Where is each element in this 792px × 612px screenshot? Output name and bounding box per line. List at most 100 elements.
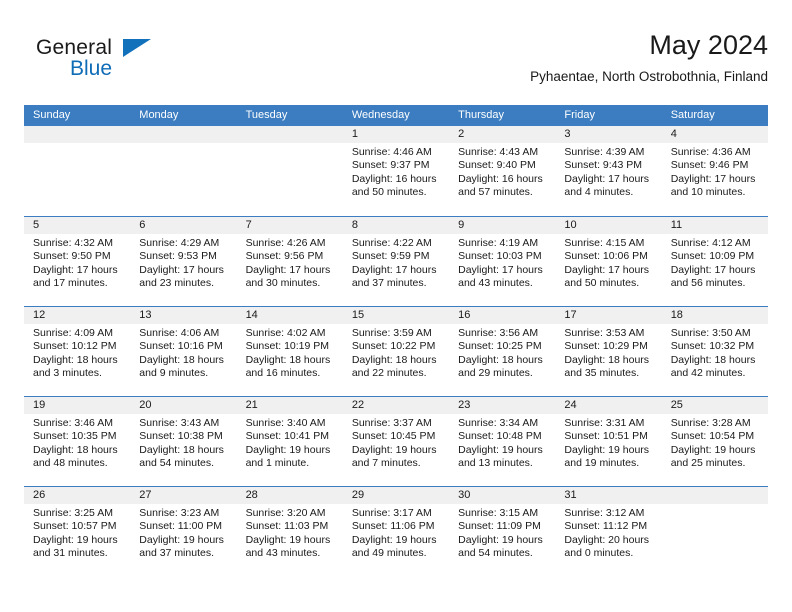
day-daylight-line: Daylight: 17 hours xyxy=(670,263,756,276)
day-number: 12 xyxy=(24,307,131,324)
day-number: 4 xyxy=(661,126,768,143)
day-daylight-line: and 19 minutes. xyxy=(564,457,640,470)
calendar-day-cell[interactable]: 25 Sunrise: 3:28 AM Sunset: 10:54 PM Daylig… xyxy=(661,397,768,486)
day-sunrise-line: Sunrise: 4:39 AM xyxy=(564,146,645,158)
day-details: Sunrise: 3:50 AM Sunset: 10:32 PM Daylight… xyxy=(662,324,768,381)
day-details: Sunrise: 4:06 AM Sunset: 10:16 PM Daylight… xyxy=(130,324,236,381)
day-details: Sunrise: 3:37 AM Sunset: 10:45 PM Daylight… xyxy=(343,414,449,471)
calendar-day-cell[interactable]: 14 Sunrise: 4:02 AM Sunset: 10:19 PM Daylig… xyxy=(236,307,343,396)
day-sunset-line: Sunset: 9:50 PM xyxy=(33,250,111,263)
day-daylight-line: and 54 minutes. xyxy=(139,457,214,470)
day-daylight-line: Daylight: 17 hours xyxy=(139,263,224,276)
day-sunset-line: Sunset: 10:57 PM xyxy=(33,520,117,533)
calendar-day-cell[interactable]: 24 Sunrise: 3:31 AM Sunset: 10:51 PM Daylig… xyxy=(555,397,662,486)
day-daylight-line: and 57 minutes. xyxy=(458,186,533,199)
day-number xyxy=(130,126,237,143)
day-sunrise-line: Sunrise: 4:36 AM xyxy=(670,146,751,158)
day-daylight-line: Daylight: 17 hours xyxy=(458,263,543,276)
calendar-day-cell[interactable]: 7 Sunrise: 4:26 AM Sunset: 9:56 PM Daylight… xyxy=(236,217,343,306)
calendar-day-cell[interactable]: 27 Sunrise: 3:23 AM Sunset: 11:00 PM Daylig… xyxy=(130,487,237,576)
calendar-day-cell[interactable]: 6 Sunrise: 4:29 AM Sunset: 9:53 PM Daylight… xyxy=(130,217,237,306)
day-sunset-line: Sunset: 9:40 PM xyxy=(458,159,536,172)
day-daylight-line: Daylight: 19 hours xyxy=(458,443,543,456)
calendar-day-cell[interactable]: 16 Sunrise: 3:56 AM Sunset: 10:25 PM Daylig… xyxy=(449,307,556,396)
calendar-week-row: 19 Sunrise: 3:46 AM Sunset: 10:35 PM Daylig… xyxy=(24,396,768,486)
day-details: Sunrise: 3:15 AM Sunset: 11:09 PM Daylight… xyxy=(449,504,555,561)
calendar-day-cell[interactable]: 5 Sunrise: 4:32 AM Sunset: 9:50 PM Daylight… xyxy=(24,217,131,306)
day-sunrise-line: Sunrise: 4:22 AM xyxy=(351,237,432,249)
day-daylight-line: Daylight: 18 hours xyxy=(139,353,224,366)
calendar-day-cell[interactable]: 11 Sunrise: 4:12 AM Sunset: 10:09 PM Daylig… xyxy=(661,217,768,306)
day-daylight-line: Daylight: 19 hours xyxy=(458,533,543,546)
calendar-day-cell[interactable]: 4 Sunrise: 4:36 AM Sunset: 9:46 PM Daylight… xyxy=(661,126,768,216)
day-sunset-line: Sunset: 10:03 PM xyxy=(458,250,542,263)
day-daylight-line: and 54 minutes. xyxy=(458,547,533,560)
day-sunrise-line: Sunrise: 3:50 AM xyxy=(670,327,751,339)
calendar-day-cell[interactable]: 12 Sunrise: 4:09 AM Sunset: 10:12 PM Daylig… xyxy=(24,307,131,396)
day-sunrise-line: Sunrise: 3:25 AM xyxy=(33,507,113,519)
day-details: Sunrise: 4:39 AM Sunset: 9:43 PM Daylight:… xyxy=(555,143,661,200)
day-sunrise-line: Sunrise: 4:15 AM xyxy=(564,237,645,249)
general-blue-logo[interactable]: General Blue xyxy=(36,36,186,86)
calendar-day-cell-empty xyxy=(24,126,131,216)
day-details: Sunrise: 4:32 AM Sunset: 9:50 PM Daylight:… xyxy=(24,234,130,291)
day-details: Sunrise: 3:43 AM Sunset: 10:38 PM Daylight… xyxy=(130,414,236,471)
calendar-day-cell[interactable]: 31 Sunrise: 3:12 AM Sunset: 11:12 PM Daylig… xyxy=(555,487,662,576)
day-daylight-line: and 37 minutes. xyxy=(351,277,427,290)
calendar-day-cell[interactable]: 23 Sunrise: 3:34 AM Sunset: 10:48 PM Daylig… xyxy=(449,397,556,486)
day-details: Sunrise: 4:26 AM Sunset: 9:56 PM Daylight:… xyxy=(237,234,343,291)
day-number: 28 xyxy=(236,487,343,504)
day-number: 13 xyxy=(130,307,237,324)
day-sunset-line: Sunset: 10:29 PM xyxy=(564,340,648,353)
day-number: 5 xyxy=(24,217,131,234)
day-sunrise-line: Sunrise: 4:26 AM xyxy=(245,237,326,249)
day-daylight-line: and 49 minutes. xyxy=(351,547,427,560)
calendar-day-cell[interactable]: 13 Sunrise: 4:06 AM Sunset: 10:16 PM Daylig… xyxy=(130,307,237,396)
day-daylight-line: and 0 minutes. xyxy=(564,547,634,560)
calendar-day-cell[interactable]: 19 Sunrise: 3:46 AM Sunset: 10:35 PM Daylig… xyxy=(24,397,131,486)
day-sunrise-line: Sunrise: 4:19 AM xyxy=(458,237,539,249)
day-details: Sunrise: 3:56 AM Sunset: 10:25 PM Daylight… xyxy=(449,324,555,381)
calendar-day-cell[interactable]: 1 Sunrise: 4:46 AM Sunset: 9:37 PM Daylight… xyxy=(342,126,450,216)
day-sunrise-line: Sunrise: 3:59 AM xyxy=(351,327,432,339)
day-daylight-line: Daylight: 19 hours xyxy=(139,533,224,546)
calendar-day-cell[interactable]: 17 Sunrise: 3:53 AM Sunset: 10:29 PM Daylig… xyxy=(555,307,662,396)
calendar-day-cell[interactable]: 21 Sunrise: 3:40 AM Sunset: 10:41 PM Daylig… xyxy=(236,397,343,486)
weekday-header-row: Sunday Monday Tuesday Wednesday Thursday Frid… xyxy=(24,105,768,126)
calendar-day-cell[interactable]: 28 Sunrise: 3:20 AM Sunset: 11:03 PM Daylig… xyxy=(236,487,343,576)
day-sunset-line: Sunset: 10:25 PM xyxy=(458,340,542,353)
calendar-day-cell[interactable]: 18 Sunrise: 3:50 AM Sunset: 10:32 PM Daylig… xyxy=(661,307,768,396)
calendar-day-cell[interactable]: 9 Sunrise: 4:19 AM Sunset: 10:03 PM Dayligh… xyxy=(449,217,556,306)
calendar-day-cell[interactable]: 3 Sunrise: 4:39 AM Sunset: 9:43 PM Daylight… xyxy=(555,126,662,216)
day-daylight-line: and 13 minutes. xyxy=(458,457,533,470)
day-details: Sunrise: 3:23 AM Sunset: 11:00 PM Daylight… xyxy=(130,504,236,561)
day-daylight-line: Daylight: 16 hours xyxy=(458,172,543,185)
day-details: Sunrise: 4:19 AM Sunset: 10:03 PM Daylight… xyxy=(449,234,555,291)
page-title: May 2024 xyxy=(649,30,768,60)
calendar-day-cell[interactable]: 29 Sunrise: 3:17 AM Sunset: 11:06 PM Daylig… xyxy=(342,487,450,576)
day-number: 18 xyxy=(661,307,768,324)
day-number: 10 xyxy=(555,217,662,234)
calendar-day-cell[interactable]: 22 Sunrise: 3:37 AM Sunset: 10:45 PM Daylig… xyxy=(342,397,450,486)
day-daylight-line: Daylight: 18 hours xyxy=(564,353,650,366)
day-daylight-line: and 48 minutes. xyxy=(33,457,108,470)
calendar-day-cell[interactable]: 15 Sunrise: 3:59 AM Sunset: 10:22 PM Daylig… xyxy=(342,307,450,396)
day-daylight-line: Daylight: 17 hours xyxy=(564,263,650,276)
calendar-day-cell[interactable]: 26 Sunrise: 3:25 AM Sunset: 10:57 PM Daylig… xyxy=(24,487,131,576)
day-daylight-line: Daylight: 17 hours xyxy=(245,263,331,276)
day-daylight-line: and 56 minutes. xyxy=(670,277,746,290)
day-sunrise-line: Sunrise: 3:17 AM xyxy=(351,507,432,519)
calendar-day-cell[interactable]: 2 Sunrise: 4:43 AM Sunset: 9:40 PM Daylight… xyxy=(449,126,556,216)
day-details xyxy=(237,143,343,146)
day-sunrise-line: Sunrise: 4:09 AM xyxy=(33,327,113,339)
day-number: 1 xyxy=(342,126,450,143)
day-daylight-line: and 23 minutes. xyxy=(139,277,214,290)
calendar-week-row: 12 Sunrise: 4:09 AM Sunset: 10:12 PM Daylig… xyxy=(24,306,768,396)
calendar-day-cell[interactable]: 8 Sunrise: 4:22 AM Sunset: 9:59 PM Daylight… xyxy=(342,217,450,306)
calendar-day-cell[interactable]: 10 Sunrise: 4:15 AM Sunset: 10:06 PM Daylig… xyxy=(555,217,662,306)
day-details: Sunrise: 3:53 AM Sunset: 10:29 PM Daylight… xyxy=(555,324,661,381)
day-number: 22 xyxy=(342,397,450,414)
calendar-day-cell[interactable]: 20 Sunrise: 3:43 AM Sunset: 10:38 PM Daylig… xyxy=(130,397,237,486)
logo-triangle-icon xyxy=(123,39,151,57)
calendar-day-cell[interactable]: 30 Sunrise: 3:15 AM Sunset: 11:09 PM Daylig… xyxy=(449,487,556,576)
